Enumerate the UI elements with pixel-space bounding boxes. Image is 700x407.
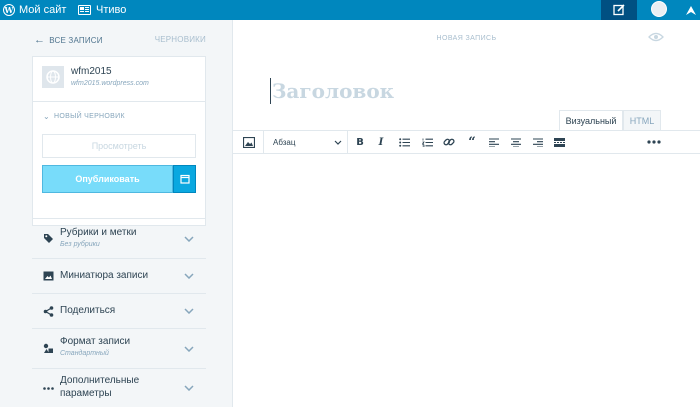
divider: [263, 131, 264, 153]
accordion-title-line2: параметры: [60, 388, 112, 399]
reader-label: Чтиво: [96, 4, 127, 16]
publish-button[interactable]: Опубликовать: [42, 165, 173, 193]
accordion-more-options[interactable]: Дополнительные параметры: [32, 368, 206, 407]
read-more-icon[interactable]: [552, 135, 566, 149]
align-center-icon[interactable]: [509, 135, 523, 149]
chevron-down-icon: [184, 385, 194, 391]
more-icon: [42, 382, 54, 394]
chevron-down-icon: [184, 345, 194, 352]
site-url: wfm2015.wordpress.com: [71, 80, 149, 87]
accordion-title: Рубрики и метки: [60, 227, 137, 238]
reader-icon: [78, 5, 91, 15]
share-icon: [42, 305, 54, 317]
italic-icon[interactable]: I: [374, 135, 388, 149]
numbered-list-icon[interactable]: [420, 135, 434, 149]
calendar-icon: [179, 174, 190, 184]
preview-button[interactable]: Просмотреть: [42, 134, 196, 158]
editor-mode-tabs: Визуальный HTML: [559, 110, 661, 130]
wordpress-logo-icon: W: [3, 4, 15, 16]
drafts-link[interactable]: ЧЕРНОВИКИ: [155, 35, 206, 44]
accordion-post-format[interactable]: Формат записи Стандартный: [32, 328, 206, 368]
accordion-categories-tags[interactable]: Рубрики и метки Без рубрики: [32, 218, 206, 258]
chevron-down-icon: ⌄: [43, 112, 51, 121]
accordion-title: Формат записи: [60, 336, 131, 347]
new-draft-label: НОВЫЙ ЧЕРНОВИК: [54, 113, 125, 120]
all-posts-link[interactable]: ← ВСЕ ЗАПИСИ: [34, 34, 103, 46]
editor-sidebar: ← ВСЕ ЗАПИСИ ЧЕРНОВИКИ wfm2015 wfm2015.w…: [32, 20, 232, 407]
bold-icon[interactable]: B: [353, 135, 367, 149]
reader-link[interactable]: Чтиво: [78, 0, 126, 20]
chevron-down-icon: [184, 273, 194, 279]
arrow-left-icon: ←: [34, 34, 46, 46]
site-card: wfm2015 wfm2015.wordpress.com ⌄ НОВЫЙ ЧЕ…: [32, 56, 206, 226]
schedule-button[interactable]: [173, 165, 196, 193]
accordion-title: Миниатюра записи: [60, 270, 149, 281]
site-name: wfm2015: [71, 66, 112, 77]
chevron-down-icon: [184, 308, 194, 314]
compose-icon: [613, 4, 625, 16]
my-site-link[interactable]: W Мой сайт: [3, 0, 66, 20]
avatar[interactable]: [651, 1, 667, 17]
globe-icon: [42, 66, 64, 88]
notifications-icon[interactable]: [684, 3, 698, 17]
tab-visual[interactable]: Визуальный: [559, 110, 623, 130]
format-select[interactable]: Абзац: [273, 134, 342, 150]
more-options-icon[interactable]: [647, 135, 661, 149]
link-icon[interactable]: [442, 135, 456, 149]
write-post-button[interactable]: [601, 0, 637, 20]
editor-area: НОВАЯ ЗАПИСЬ Заголовок Визуальный HTML А…: [232, 20, 700, 407]
bullet-list-icon[interactable]: [397, 135, 411, 149]
accordion-sharing[interactable]: Поделиться: [32, 293, 206, 328]
my-site-label: Мой сайт: [19, 4, 67, 16]
align-left-icon[interactable]: [487, 135, 501, 149]
format-select-value: Абзац: [273, 137, 296, 147]
image-icon: [42, 270, 54, 282]
post-format-icon: [42, 343, 54, 355]
accordion-featured-image[interactable]: Миниатюра записи: [32, 258, 206, 293]
chevron-down-icon: [184, 235, 194, 242]
masterbar: W Мой сайт Чтиво: [0, 0, 700, 20]
title-input[interactable]: Заголовок: [270, 78, 394, 104]
blockquote-icon[interactable]: “: [465, 135, 479, 150]
new-post-label: НОВАЯ ЗАПИСЬ: [436, 35, 497, 42]
all-posts-label: ВСЕ ЗАПИСИ: [49, 35, 103, 45]
accordion-title: Дополнительные: [60, 375, 140, 386]
divider: [347, 131, 348, 153]
eye-icon[interactable]: [648, 32, 664, 42]
tag-icon: [42, 233, 54, 245]
new-draft-link[interactable]: ⌄ НОВЫЙ ЧЕРНОВИК: [43, 112, 125, 121]
add-media-icon[interactable]: [242, 135, 256, 149]
accordion-subtitle: Стандартный: [60, 350, 109, 357]
accordion-title: Поделиться: [60, 305, 116, 316]
tab-html[interactable]: HTML: [623, 110, 661, 130]
align-right-icon[interactable]: [531, 135, 545, 149]
accordion-subtitle: Без рубрики: [60, 241, 100, 248]
divider: [33, 101, 205, 102]
editor-toolbar: Абзац B I “: [233, 130, 700, 154]
content-editor-body[interactable]: [233, 155, 700, 407]
chevron-down-icon: [334, 140, 342, 145]
